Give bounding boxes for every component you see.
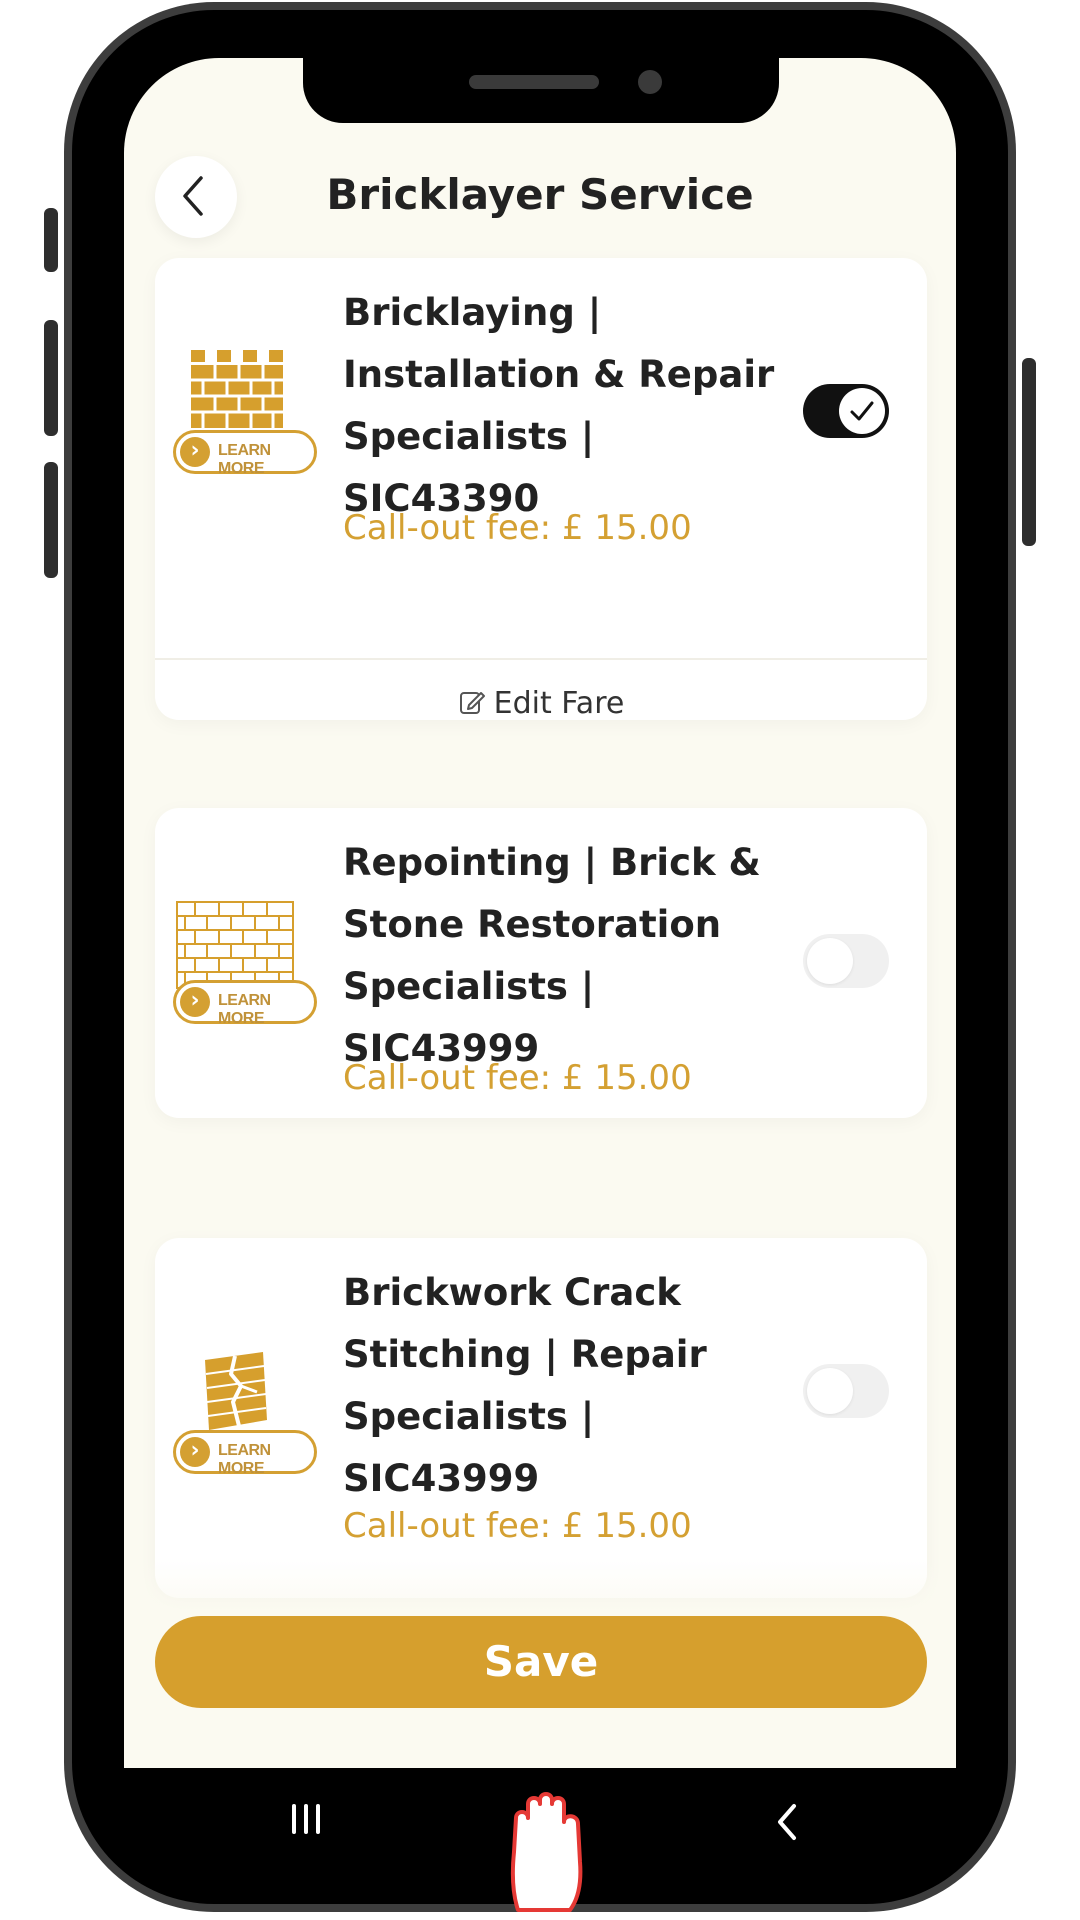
service-toggle[interactable] [803,384,889,438]
callout-fee: Call-out fee: £ 15.00 [343,1506,692,1546]
app-screen: Bricklayer Service › LEARN MORE Bricklay… [124,58,956,1768]
service-card: › LEARN MORE Bricklaying | Installation … [155,258,927,721]
speaker [469,75,599,89]
checkmark-icon [850,401,874,421]
volume-down-button [44,462,58,578]
service-toggle[interactable] [803,1364,889,1418]
power-button [1022,358,1036,546]
service-title: Repointing | Brick & Stone Restoration S… [343,841,761,1070]
edit-fare-button[interactable]: Edit Fare [155,686,927,721]
back-arrow-icon[interactable] [772,1802,802,1842]
arrow-right-icon: › [180,1437,210,1467]
edit-icon [459,692,485,714]
learn-more-label: LEARN MORE [218,992,271,1027]
callout-fee: Call-out fee: £ 15.00 [343,508,692,548]
hand-pointer-icon [510,1792,583,1912]
learn-more-label: LEARN MORE [218,1442,271,1477]
volume-up-button [44,320,58,436]
notch [303,58,779,123]
service-card: › LEARN MORE Repointing | Brick & Stone … [155,808,927,1118]
scroll-fade [124,1558,956,1618]
learn-more-label: LEARN MORE [218,442,271,477]
toggle-knob [839,388,885,434]
service-title: Bricklaying | Installation & Repair Spec… [343,291,775,520]
callout-fee: Call-out fee: £ 15.00 [343,1058,692,1098]
learn-more-button[interactable]: › LEARN MORE [173,430,317,477]
brick-wall-icon [191,350,283,428]
front-camera [638,70,662,94]
service-title: Brickwork Crack Stitching | Repair Speci… [343,1271,707,1500]
arrow-right-icon: › [180,987,210,1017]
arrow-right-icon: › [180,437,210,467]
page-title: Bricklayer Service [326,170,754,219]
learn-more-button[interactable]: › LEARN MORE [173,1430,317,1477]
recents-icon[interactable] [286,1802,326,1836]
save-button[interactable]: Save [155,1616,927,1708]
cracked-wall-icon [205,1352,267,1430]
mute-switch [44,208,58,272]
toggle-knob [807,938,853,984]
card-divider [155,658,927,660]
edit-fare-label: Edit Fare [493,686,625,721]
learn-more-button[interactable]: › LEARN MORE [173,980,317,1027]
toggle-knob [807,1368,853,1414]
service-card: › LEARN MORE Brickwork Crack Stitching |… [155,1238,927,1598]
service-toggle[interactable] [803,934,889,988]
brick-pattern-icon [176,901,294,989]
